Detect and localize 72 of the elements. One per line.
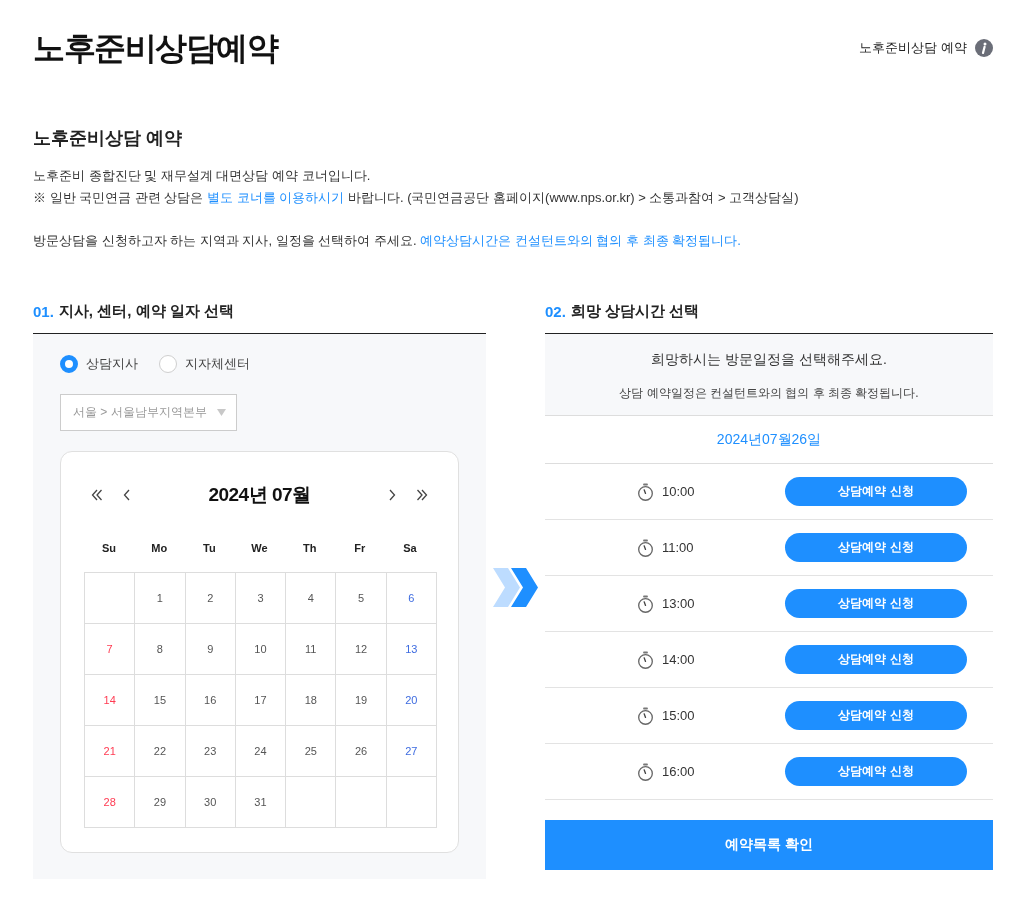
instruction-text: 방문상담을 신청하고자 하는 지역과 지사, 일정을 선택하여 주세요. <box>33 233 417 248</box>
step-title: 희망 상담시간 선택 <box>570 301 700 321</box>
page-title: 노후준비상담예약 <box>33 29 277 68</box>
weekday-label: We <box>251 542 268 554</box>
prompt-text: 희망하시는 방문일정을 선택해주세요. <box>650 350 888 369</box>
calendar-day[interactable]: 30 <box>185 776 236 828</box>
calendar-day[interactable]: 31 <box>235 776 286 828</box>
intro-text: 노후준비 종합진단 및 재무설계 대면상담 예약 코너입니다. <box>33 167 372 185</box>
stopwatch-icon <box>637 706 654 725</box>
notice-text: ※ 일반 국민연금 관련 상담은 별도 코너를 이용하시기 바랍니다. (국민연금공단 홈페이지(www.nps.or.kr) > 소통과참여 > 고객상담실) <box>33 189 800 207</box>
double-chevron-right-icon[interactable] <box>416 489 428 501</box>
stopwatch-icon <box>637 538 654 557</box>
calendar-day[interactable]: 7 <box>84 623 135 675</box>
weekday-label: Mo <box>151 542 168 554</box>
calendar-day[interactable]: 22 <box>134 725 186 777</box>
stopwatch-icon <box>637 762 654 781</box>
double-chevron-left-icon[interactable] <box>91 489 103 501</box>
calendar-day[interactable]: 1 <box>134 572 186 624</box>
calendar-day[interactable]: 10 <box>235 623 286 675</box>
calendar-day[interactable]: 12 <box>335 623 387 675</box>
calendar-day[interactable]: 23 <box>185 725 236 777</box>
calendar-day[interactable]: 28 <box>84 776 135 828</box>
step-number: 02. <box>545 302 566 320</box>
weekday-label: Fr <box>354 542 366 554</box>
time-label: 15:00 <box>662 708 695 723</box>
calendar-day[interactable]: 16 <box>185 674 236 726</box>
calendar-day[interactable]: 27 <box>386 725 437 777</box>
calendar-day[interactable]: 21 <box>84 725 135 777</box>
weekday-label: Sa <box>403 542 417 554</box>
step-title: 지사, 센터, 예약 일자 선택 <box>58 301 234 321</box>
calendar-day[interactable]: 9 <box>185 623 236 675</box>
stopwatch-icon <box>637 650 654 669</box>
calendar-day[interactable]: 11 <box>285 623 336 675</box>
double-chevron-icon <box>493 568 538 607</box>
calendar-day[interactable]: 13 <box>386 623 437 675</box>
calendar-day[interactable]: 24 <box>235 725 286 777</box>
time-label: 11:00 <box>662 540 694 555</box>
time-label: 14:00 <box>662 652 695 667</box>
note-text: 상담 예약일정은 컨설턴트와의 협의 후 최종 확정됩니다. <box>618 385 920 402</box>
weekday-label: Th <box>302 542 317 554</box>
calendar-day[interactable]: 18 <box>285 674 336 726</box>
time-label: 16:00 <box>662 764 695 779</box>
calendar-day[interactable]: 29 <box>134 776 186 828</box>
stopwatch-icon <box>637 482 654 501</box>
time-label: 13:00 <box>662 596 695 611</box>
calendar-day[interactable]: 6 <box>386 572 437 624</box>
breadcrumb-label: 노후준비상담 예약 <box>859 39 967 57</box>
calendar-day[interactable]: 8 <box>134 623 186 675</box>
branch-type-radio[interactable]: 지자체센터 <box>159 355 250 373</box>
info-icon[interactable] <box>975 39 993 57</box>
weekday-label: Su <box>102 542 117 554</box>
calendar-day[interactable]: 25 <box>285 725 336 777</box>
weekday-label: Tu <box>203 542 216 554</box>
calendar-day[interactable]: 4 <box>285 572 336 624</box>
step-number: 01. <box>33 302 54 320</box>
calendar-day[interactable]: 14 <box>84 674 135 726</box>
calendar-day[interactable]: 3 <box>235 572 286 624</box>
calendar-day[interactable]: 20 <box>386 674 437 726</box>
calendar-day[interactable]: 26 <box>335 725 387 777</box>
section-heading: 노후준비상담 예약 <box>33 127 183 150</box>
branch-type-radio[interactable]: 상담지사 <box>60 355 138 373</box>
stopwatch-icon <box>637 594 654 613</box>
calendar-day[interactable]: 5 <box>335 572 387 624</box>
calendar-day[interactable]: 15 <box>134 674 186 726</box>
time-label: 10:00 <box>662 484 695 499</box>
selected-date: 2024년07월26일 <box>716 430 822 449</box>
caret-icon <box>216 409 226 416</box>
calendar-day[interactable]: 2 <box>185 572 236 624</box>
calendar-month-title: 2024년 07월 <box>208 483 311 507</box>
calendar-day[interactable]: 17 <box>235 674 286 726</box>
confirmation-notice-text: 예약상담시간은 컨설턴트와의 협의 후 최종 확정됩니다. <box>420 233 741 248</box>
calendar-day[interactable]: 19 <box>335 674 387 726</box>
